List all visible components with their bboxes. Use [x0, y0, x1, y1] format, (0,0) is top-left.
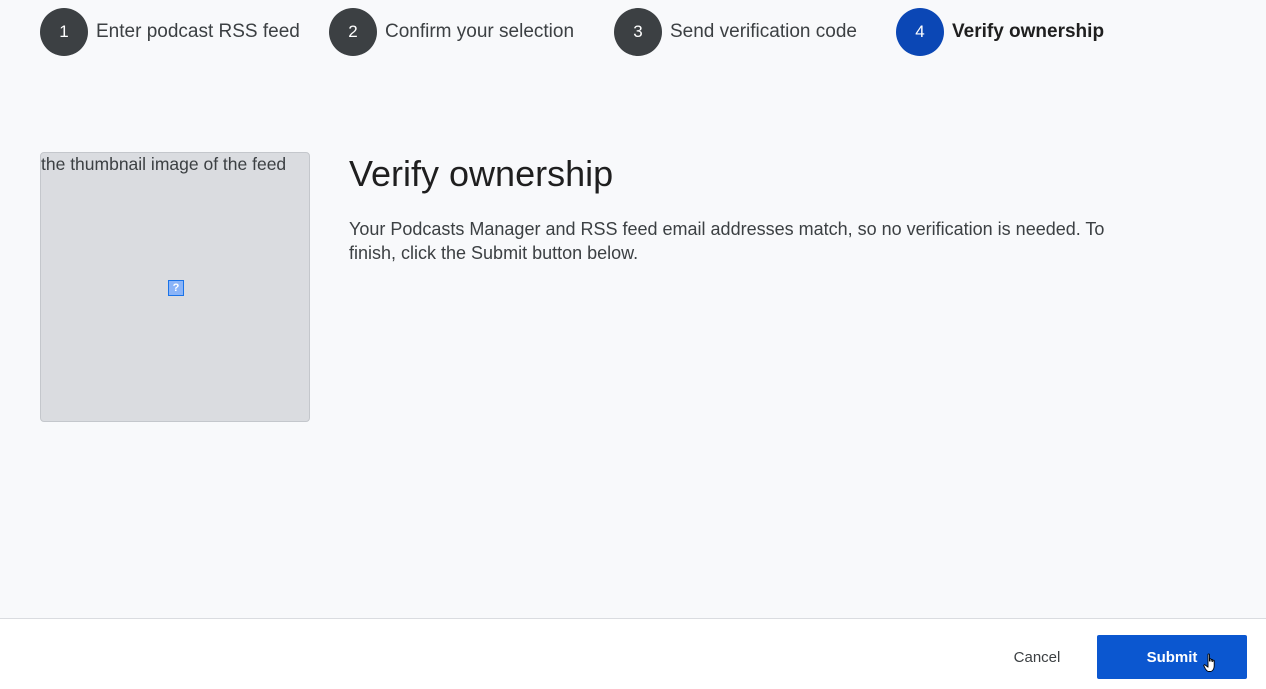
feed-thumbnail: the thumbnail image of the feed ? [40, 152, 310, 422]
step-label: Confirm your selection [385, 21, 575, 42]
step-label: Send verification code [670, 21, 857, 42]
footer-actions: Cancel Submit [0, 618, 1266, 689]
verification-message: Your Podcasts Manager and RSS feed email… [349, 219, 1105, 263]
step-label: Enter podcast RSS feed [96, 21, 300, 42]
main-content: Verify ownership Your Podcasts Manager a… [349, 152, 1129, 265]
step-verify-ownership: 4 Verify ownership [896, 8, 1104, 56]
verify-ownership-page: 1 Enter podcast RSS feed 2 Confirm your … [0, 0, 1266, 689]
step-label: Verify ownership [952, 21, 1105, 42]
thumbnail-alt-text: the thumbnail image of the feed [41, 154, 287, 174]
step-enter-rss-feed: 1 Enter podcast RSS feed [40, 8, 300, 56]
hand-pointer-icon [1203, 653, 1215, 672]
cancel-button[interactable]: Cancel [1000, 635, 1074, 679]
broken-image-icon: ? [168, 280, 184, 296]
submit-button[interactable]: Submit [1097, 635, 1247, 679]
step-number: 1 [40, 8, 88, 56]
step-confirm-selection: 2 Confirm your selection [329, 8, 574, 56]
step-number: 4 [896, 8, 944, 56]
page-title: Verify ownership [349, 153, 614, 194]
step-send-verification-code: 3 Send verification code [614, 8, 857, 56]
step-number: 3 [614, 8, 662, 56]
step-number: 2 [329, 8, 377, 56]
